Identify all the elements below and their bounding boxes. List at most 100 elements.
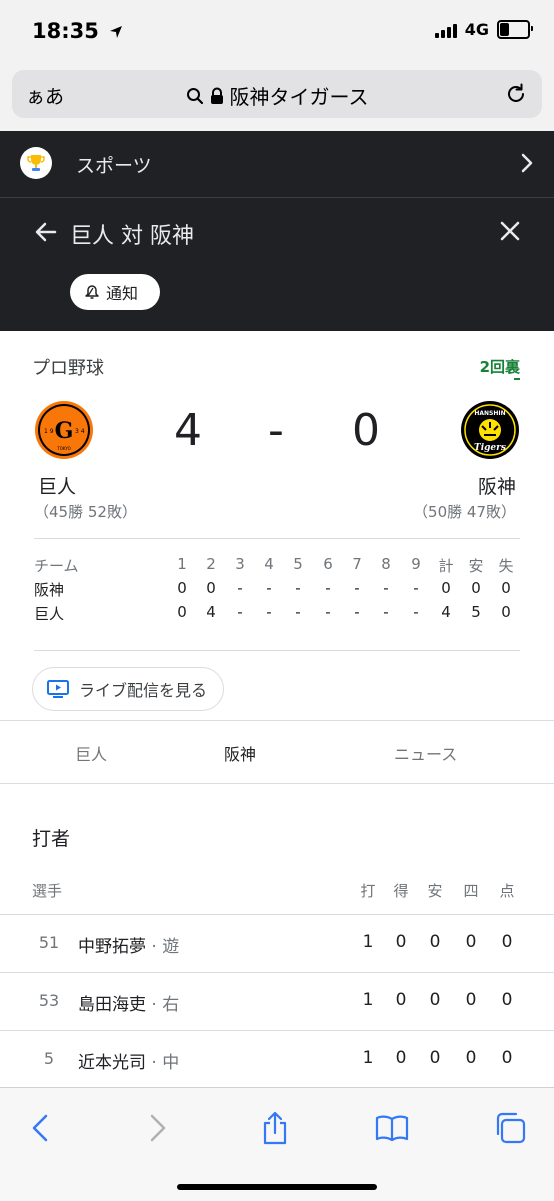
back-arrow-icon[interactable] xyxy=(34,220,58,244)
line-score-header-cell: 5 xyxy=(293,555,303,573)
stat-cell: 0 xyxy=(429,1048,441,1068)
line-score-cell: - xyxy=(266,603,272,621)
line-score-row: 巨人 0 4 - - - - - - - 4 5 0 xyxy=(34,603,520,627)
tab-giants[interactable]: 巨人 xyxy=(75,741,107,765)
share-icon xyxy=(263,1111,287,1145)
stat-cell: 0 xyxy=(429,990,441,1010)
line-score-cell: 0 xyxy=(206,579,216,597)
tigers-logo: HANSHIN Tigers xyxy=(460,400,520,460)
notify-label: 通知 xyxy=(106,284,139,303)
live-stream-button[interactable]: ライブ配信を見る xyxy=(32,667,224,711)
stat-cell: 1 xyxy=(362,932,374,952)
giants-logo: G 1 9 3 4 TOKYO xyxy=(34,400,94,460)
svg-text:HANSHIN: HANSHIN xyxy=(474,410,505,417)
sports-header[interactable]: スポーツ xyxy=(0,131,554,198)
tabs-button[interactable] xyxy=(490,1108,530,1148)
back-icon xyxy=(32,1114,48,1142)
line-score-cell: - xyxy=(325,603,331,621)
stat-cell: 0 xyxy=(395,932,407,952)
stat-cell: 0 xyxy=(465,932,477,952)
battery-level xyxy=(500,23,509,36)
batters-title: 打者 xyxy=(32,828,71,850)
stat-cell: 1 xyxy=(362,990,374,1010)
line-score-cell: 0 xyxy=(177,603,187,621)
line-score-cell: 5 xyxy=(471,603,481,621)
match-title-row: 巨人 対 阪神 xyxy=(0,197,554,267)
location-icon xyxy=(110,26,123,38)
line-score-cell: 0 xyxy=(177,579,187,597)
svg-text:3 4: 3 4 xyxy=(75,428,85,435)
forward-icon xyxy=(150,1114,166,1142)
share-button[interactable] xyxy=(255,1108,295,1148)
line-score-cell: 0 xyxy=(501,603,511,621)
home-team-record: （45勝 52敗） xyxy=(34,503,137,521)
trophy-icon xyxy=(20,147,52,179)
stat-cell: 0 xyxy=(395,990,407,1010)
line-score-cell: - xyxy=(383,603,389,621)
match-header-panel: スポーツ 巨人 対 阪神 通知 xyxy=(0,131,554,331)
reload-icon[interactable] xyxy=(504,82,528,106)
league-label: プロ野球 xyxy=(32,358,104,379)
stat-cell: 0 xyxy=(501,932,513,952)
search-icon xyxy=(186,87,203,104)
tab-tigers[interactable]: 阪神 xyxy=(224,741,256,765)
table-row[interactable]: 5 近本光司 · 中 1 0 0 0 0 xyxy=(0,1030,554,1089)
player-name[interactable]: 中野拓夢 · 遊 xyxy=(78,932,179,957)
player-name[interactable]: 島田海吏 · 右 xyxy=(78,990,179,1015)
notify-button[interactable]: 通知 xyxy=(70,274,160,310)
status-indicators: 4G xyxy=(434,20,533,39)
divider xyxy=(34,650,520,651)
bookmarks-button[interactable] xyxy=(372,1108,412,1148)
svg-text:G: G xyxy=(55,418,74,444)
line-score-header-cell: 8 xyxy=(381,555,391,573)
line-score-header-cell: 9 xyxy=(411,555,421,573)
player-column-header: 選手 xyxy=(32,882,63,900)
line-score-cell: - xyxy=(354,603,360,621)
url-field[interactable]: 阪神タイガース xyxy=(12,81,542,110)
stat-cell: 0 xyxy=(429,932,441,952)
table-row[interactable]: 51 中野拓夢 · 遊 1 0 0 0 0 xyxy=(0,914,554,973)
score-separator: - xyxy=(268,405,284,456)
line-score-cell: - xyxy=(295,579,301,597)
url-text: 阪神タイガース xyxy=(229,85,369,109)
line-score-cell: - xyxy=(413,603,419,621)
line-score-cell: 4 xyxy=(206,603,216,621)
away-team-name[interactable]: 阪神 xyxy=(478,472,516,499)
chevron-right-icon[interactable] xyxy=(520,153,534,173)
line-score-header-cell: 計 xyxy=(438,557,454,575)
play-video-icon xyxy=(47,680,69,698)
player-number: 51 xyxy=(38,933,60,952)
stat-column-header: 安 xyxy=(427,882,443,900)
line-score-header-cell: 2 xyxy=(206,555,216,573)
line-score-cell: 4 xyxy=(441,603,451,621)
back-button[interactable] xyxy=(20,1108,60,1148)
bookmarks-icon xyxy=(375,1115,409,1142)
away-team-record: （50勝 47敗） xyxy=(413,503,516,521)
stat-column-header: 得 xyxy=(393,882,409,900)
line-score-team: 阪神 xyxy=(34,581,65,599)
svg-text:TOKYO: TOKYO xyxy=(56,446,70,451)
battery-icon xyxy=(497,20,533,39)
stat-cell: 1 xyxy=(362,1048,374,1068)
stat-cell: 0 xyxy=(395,1048,407,1068)
stat-cell: 0 xyxy=(501,1048,513,1068)
tab-bar: 巨人 阪神 ニュース xyxy=(0,720,554,784)
table-row[interactable]: 53 島田海吏 · 右 1 0 0 0 0 xyxy=(0,972,554,1031)
close-icon[interactable] xyxy=(500,221,520,241)
live-indicator xyxy=(514,378,520,380)
forward-button[interactable] xyxy=(138,1108,178,1148)
divider xyxy=(34,538,520,539)
tab-news[interactable]: ニュース xyxy=(394,741,457,765)
line-score-header-cell: 失 xyxy=(498,557,514,575)
line-score-team: 巨人 xyxy=(34,605,65,623)
svg-text:Tigers: Tigers xyxy=(474,443,506,453)
away-score: 0 xyxy=(352,405,380,456)
status-bar: 18:35 4G xyxy=(0,0,554,66)
home-team-name[interactable]: 巨人 xyxy=(38,472,76,499)
line-score-header-cell: 3 xyxy=(235,555,245,573)
line-score-header-cell: 1 xyxy=(177,555,187,573)
address-bar[interactable]: ぁあ 阪神タイガース xyxy=(12,70,542,118)
line-score-cell: - xyxy=(237,603,243,621)
stat-cell: 0 xyxy=(465,1048,477,1068)
player-name[interactable]: 近本光司 · 中 xyxy=(78,1048,179,1073)
